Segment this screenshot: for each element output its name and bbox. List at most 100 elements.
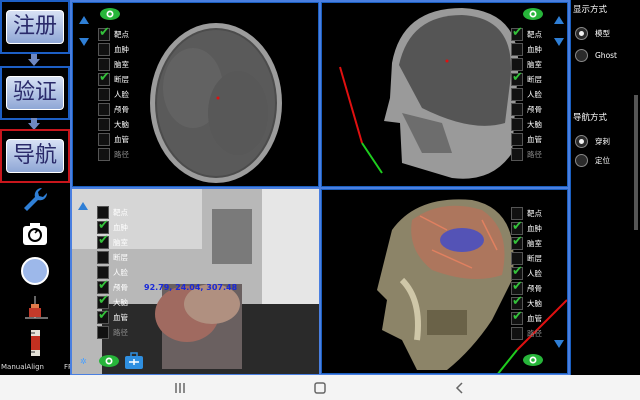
layer-toggle[interactable]: ✔ 血管 bbox=[511, 310, 551, 326]
checkbox[interactable]: ✔ bbox=[98, 26, 110, 41]
layer-toggle[interactable]: 断层 bbox=[97, 250, 137, 265]
checkbox[interactable]: ✔ bbox=[97, 308, 109, 324]
expand-down-icon[interactable] bbox=[554, 340, 564, 348]
layer-label: 颅骨 bbox=[113, 283, 128, 292]
eye-icon[interactable] bbox=[522, 353, 544, 367]
checkbox[interactable] bbox=[511, 118, 523, 131]
record-circle-icon[interactable] bbox=[20, 256, 50, 286]
layer-label: 血管 bbox=[113, 313, 128, 322]
radio-button[interactable] bbox=[575, 48, 588, 62]
tracker-icon[interactable] bbox=[20, 292, 50, 322]
expand-down-icon[interactable] bbox=[79, 38, 89, 46]
layer-label: 颅骨 bbox=[527, 105, 542, 114]
checkbox[interactable]: ✔ bbox=[98, 71, 110, 86]
layer-label: 靶点 bbox=[527, 30, 542, 39]
layer-label: 人脸 bbox=[114, 90, 129, 99]
layer-toggle[interactable]: 路径 bbox=[97, 325, 137, 340]
nav-mode-locate-option[interactable]: 定位 bbox=[575, 152, 610, 168]
checkbox[interactable] bbox=[98, 103, 110, 116]
toolbox-icon[interactable] bbox=[124, 352, 144, 370]
layer-toggle[interactable]: 血肿 bbox=[511, 42, 551, 57]
check-icon: ✔ bbox=[98, 308, 109, 323]
layer-label: 颅骨 bbox=[114, 105, 129, 114]
checkbox[interactable]: ✔ bbox=[511, 70, 523, 86]
gear-icon[interactable]: ✲ bbox=[80, 357, 87, 366]
layer-toggle[interactable]: ✔ 断层 bbox=[98, 71, 138, 87]
checkbox[interactable] bbox=[98, 133, 110, 146]
checkbox[interactable] bbox=[511, 103, 523, 116]
radio-button[interactable] bbox=[575, 134, 588, 148]
checkbox[interactable]: ✔ bbox=[97, 234, 109, 249]
panel-scrollbar[interactable] bbox=[634, 95, 638, 230]
back-icon[interactable] bbox=[452, 380, 468, 396]
checkbox[interactable] bbox=[511, 133, 523, 146]
layer-toggle[interactable]: 人脸 bbox=[511, 87, 551, 102]
layer-toggle[interactable]: 血管 bbox=[98, 132, 138, 147]
checkbox[interactable] bbox=[511, 148, 523, 161]
layer-toggle[interactable]: ✔ 断层 bbox=[511, 70, 551, 87]
layer-toggle[interactable]: 血管 bbox=[511, 132, 551, 147]
eye-icon[interactable] bbox=[522, 7, 544, 21]
layer-toggle[interactable]: 路径 bbox=[511, 326, 551, 341]
layer-toggle[interactable]: 颅骨 bbox=[98, 102, 138, 117]
layer-toggle[interactable]: ✔ 靶点 bbox=[98, 26, 138, 42]
expand-down-icon[interactable] bbox=[554, 38, 564, 46]
radio-button[interactable] bbox=[575, 153, 588, 167]
register-button[interactable]: 注册 bbox=[6, 10, 64, 44]
sagittal-ct-view[interactable]: ✔ 靶点 血肿 脑室 ✔ 断层 人脸 颅骨 大脑 血管 路径 bbox=[321, 2, 568, 187]
nav-mode-puncture-option[interactable]: 穿刺 bbox=[575, 133, 610, 149]
radio-button[interactable] bbox=[575, 26, 588, 40]
checkbox[interactable] bbox=[97, 251, 109, 264]
checkbox[interactable]: ✔ bbox=[511, 310, 523, 325]
layer-label: 靶点 bbox=[114, 30, 129, 39]
collapse-up-icon[interactable] bbox=[554, 16, 564, 24]
layer-toggle[interactable]: 路径 bbox=[511, 147, 551, 162]
layer-label: 脑室 bbox=[114, 60, 129, 69]
checkbox[interactable] bbox=[511, 88, 523, 101]
verify-button[interactable]: 验证 bbox=[6, 76, 64, 110]
layer-toggle[interactable]: 人脸 bbox=[98, 87, 138, 102]
wrench-icon[interactable] bbox=[20, 185, 50, 215]
step-navigate-frame: 导航 bbox=[0, 129, 70, 183]
display-mode-ghost-option[interactable]: Ghost bbox=[575, 47, 617, 63]
checkbox[interactable] bbox=[97, 326, 109, 339]
checkbox[interactable] bbox=[511, 327, 523, 340]
layer-list: 靶点 ✔ 血肿 ✔ 脑室 断层 人脸 ✔ 颅骨 ✔ 大脑 ✔ 血管 路径 bbox=[97, 205, 137, 340]
layer-toggle[interactable]: 路径 bbox=[98, 147, 138, 162]
collapse-up-icon[interactable] bbox=[78, 202, 88, 210]
step-verify-frame: 验证 bbox=[0, 66, 70, 120]
recent-apps-icon[interactable] bbox=[172, 380, 188, 396]
layer-toggle[interactable]: 颅骨 bbox=[511, 102, 551, 117]
collapse-up-icon[interactable] bbox=[79, 16, 89, 24]
layer-list: ✔ 靶点 血肿 脑室 ✔ 断层 人脸 颅骨 大脑 血管 路径 bbox=[511, 26, 551, 162]
display-mode-model-option[interactable]: 模型 bbox=[575, 25, 610, 41]
camera-switch-icon[interactable] bbox=[20, 219, 50, 249]
checkbox[interactable] bbox=[98, 148, 110, 161]
checkbox[interactable] bbox=[511, 43, 523, 56]
ruler-icon[interactable] bbox=[20, 328, 50, 358]
eye-icon[interactable] bbox=[99, 7, 121, 21]
layer-toggle[interactable]: ✔ 脑室 bbox=[97, 234, 137, 250]
checkbox[interactable]: ✔ bbox=[511, 26, 523, 41]
camera-ar-view[interactable]: 靶点 ✔ 血肿 ✔ 脑室 断层 人脸 ✔ 颅骨 ✔ 大脑 ✔ 血管 路径 92.79, 24.04, 30… bbox=[72, 189, 319, 374]
navigate-button[interactable]: 导航 bbox=[6, 139, 64, 173]
checkbox[interactable] bbox=[98, 118, 110, 131]
layer-toggle[interactable]: ✔ 血管 bbox=[97, 308, 137, 325]
layer-label: 大脑 bbox=[113, 298, 128, 307]
layer-toggle[interactable]: 大脑 bbox=[98, 117, 138, 132]
axial-ct-view[interactable]: ✔ 靶点血肿脑室 ✔ 断层人脸颅骨大脑 血管 路径 bbox=[72, 2, 319, 187]
layer-toggle[interactable]: ✔ 脑室 bbox=[511, 235, 551, 251]
eye-icon[interactable] bbox=[98, 354, 120, 368]
layer-toggle[interactable]: ✔ 靶点 bbox=[511, 26, 551, 42]
checkbox[interactable]: ✔ bbox=[511, 235, 523, 250]
checkbox[interactable] bbox=[98, 88, 110, 101]
3d-model-view[interactable]: 靶点 ✔ 血肿 ✔ 脑室 断层 ✔ 人脸 ✔ 颅骨 ✔ 大脑 ✔ 血管 路径 bbox=[321, 189, 568, 374]
home-icon[interactable] bbox=[312, 380, 328, 396]
layer-label: 血肿 bbox=[113, 223, 128, 232]
checkbox[interactable] bbox=[98, 43, 110, 56]
step-register-frame: 注册 bbox=[0, 0, 70, 54]
layer-toggle[interactable]: 大脑 bbox=[511, 117, 551, 132]
layer-toggle[interactable]: 血肿 bbox=[98, 42, 138, 57]
check-icon: ✔ bbox=[512, 70, 523, 85]
system-navigation-bar bbox=[0, 375, 640, 400]
